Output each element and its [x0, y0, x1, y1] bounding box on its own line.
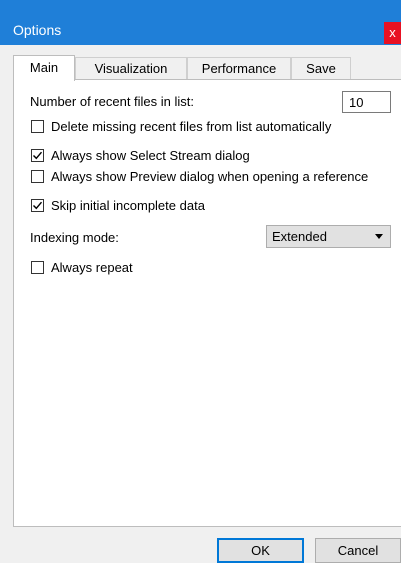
always-repeat-checkbox[interactable]: [31, 261, 44, 274]
tab-save[interactable]: Save: [291, 57, 351, 79]
recent-files-count-input[interactable]: [342, 91, 391, 113]
cancel-button[interactable]: Cancel: [315, 538, 401, 563]
tab-performance[interactable]: Performance: [187, 57, 291, 79]
tab-panel-main: [13, 79, 401, 527]
indexing-mode-select[interactable]: Extended: [266, 225, 391, 248]
show-preview-checkbox[interactable]: [31, 170, 44, 183]
indexing-mode-value: Extended: [272, 229, 327, 244]
skip-incomplete-label: Skip initial incomplete data: [51, 198, 205, 213]
options-dialog: Options x Main Visualization Performance…: [0, 0, 401, 563]
close-button[interactable]: x: [384, 22, 401, 44]
title-bar: Options x: [0, 0, 401, 45]
checkmark-icon: [33, 201, 43, 210]
show-preview-label: Always show Preview dialog when opening …: [51, 169, 369, 184]
window-title: Options: [13, 22, 62, 38]
indexing-mode-label: Indexing mode:: [30, 230, 119, 245]
ok-button[interactable]: OK: [217, 538, 304, 563]
delete-missing-checkbox[interactable]: [31, 120, 44, 133]
always-repeat-label: Always repeat: [51, 260, 133, 275]
show-select-stream-checkbox[interactable]: [31, 149, 44, 162]
skip-incomplete-checkbox[interactable]: [31, 199, 44, 212]
tab-main[interactable]: Main: [13, 55, 75, 81]
show-select-stream-label: Always show Select Stream dialog: [51, 148, 250, 163]
chevron-down-icon: [375, 234, 383, 239]
recent-files-label: Number of recent files in list:: [30, 94, 195, 109]
close-icon: x: [389, 25, 396, 40]
tab-visualization[interactable]: Visualization: [75, 57, 187, 79]
checkmark-icon: [33, 151, 43, 160]
delete-missing-label: Delete missing recent files from list au…: [51, 119, 332, 134]
